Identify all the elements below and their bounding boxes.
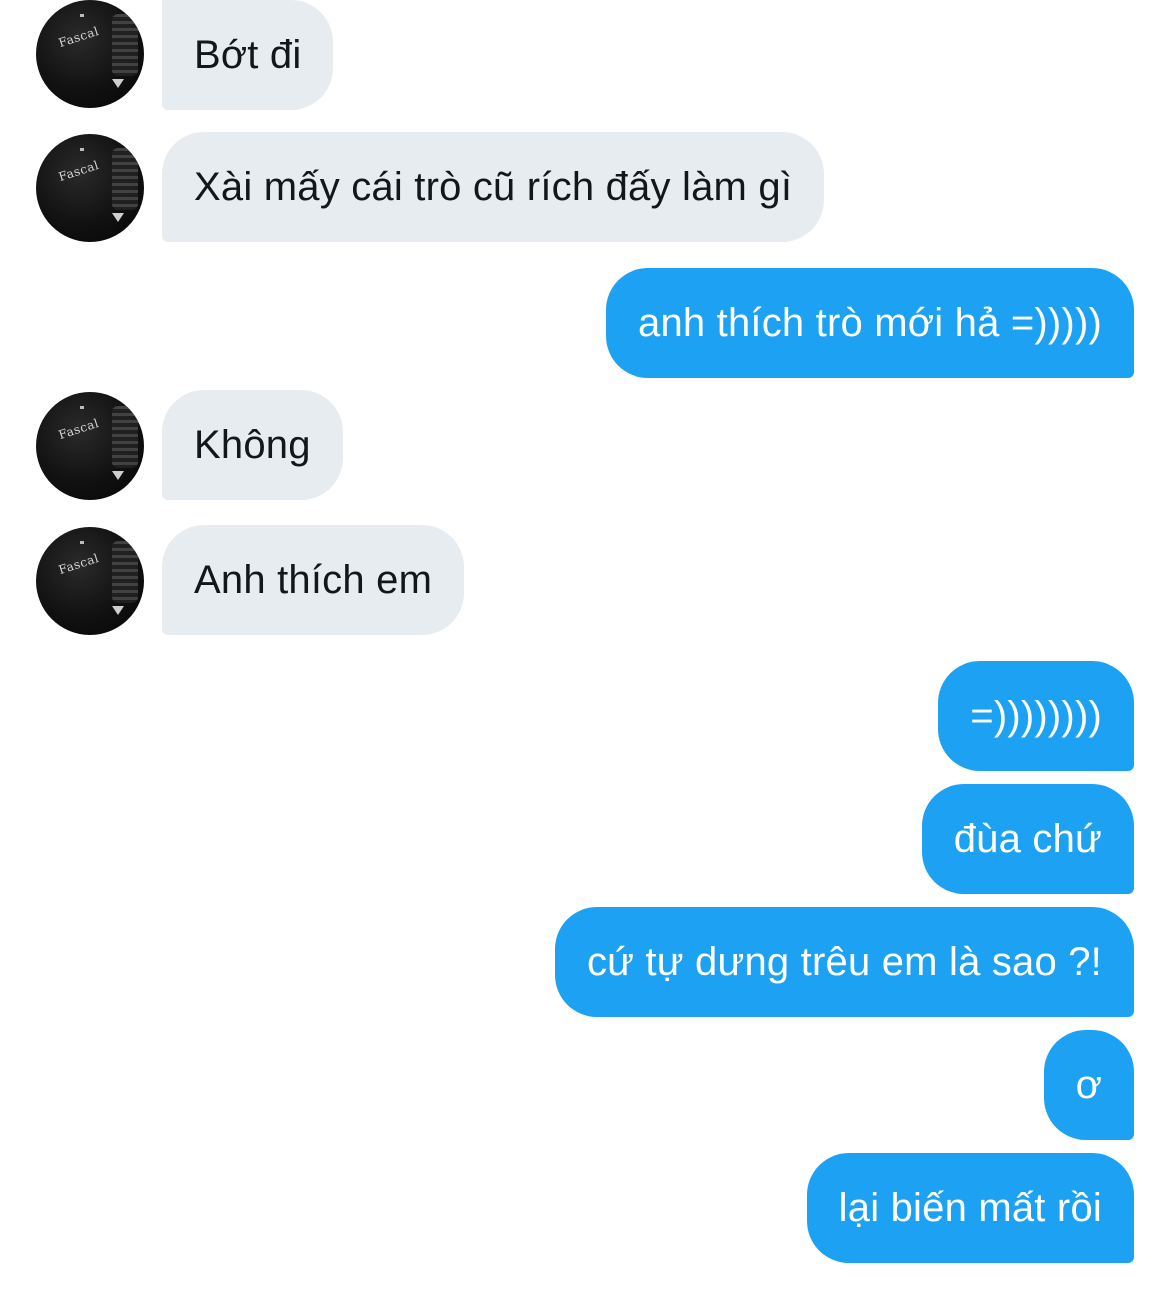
message-bubble-outgoing[interactable]: cứ tự dưng trêu em là sao ?! xyxy=(554,907,1134,1017)
avatar-shirt-text: Fascal xyxy=(56,550,101,578)
message-bubble-outgoing[interactable]: anh thích trò mới hả =))))) xyxy=(606,268,1134,378)
user-avatar-icon[interactable]: Fascal xyxy=(36,392,144,500)
message-text: cứ tự dưng trêu em là sao ?! xyxy=(586,939,1102,984)
message-bubble-outgoing[interactable]: đùa chứ xyxy=(921,784,1134,894)
user-avatar-icon[interactable]: Fascal xyxy=(36,0,144,108)
avatar-chair xyxy=(112,406,138,468)
avatar-logo xyxy=(112,471,124,480)
message-text: =)))))))) xyxy=(970,693,1102,738)
avatar-logo xyxy=(112,213,124,222)
avatar-detail xyxy=(80,14,84,17)
message-text: ơ xyxy=(1075,1062,1102,1107)
message-text: Xài mấy cái trò cũ rích đấy làm gì xyxy=(194,164,793,209)
avatar-shirt-text: Fascal xyxy=(56,157,101,185)
avatar-detail xyxy=(80,541,84,544)
message-bubble-incoming[interactable]: Bớt đi xyxy=(162,0,334,110)
chat-thread: Fascal Bớt đi Fascal Xài mấy cái trò cũ … xyxy=(0,0,1170,1289)
message-text: Bớt đi xyxy=(194,32,302,77)
message-text: lại biến mất rồi xyxy=(838,1185,1102,1230)
avatar-logo xyxy=(112,606,124,615)
message-bubble-outgoing[interactable]: lại biến mất rồi xyxy=(806,1153,1134,1263)
avatar-detail xyxy=(80,148,84,151)
message-bubble-incoming[interactable]: Không xyxy=(162,390,343,500)
avatar-detail xyxy=(80,406,84,409)
message-bubble-incoming[interactable]: Anh thích em xyxy=(162,525,465,635)
avatar-logo xyxy=(112,79,124,88)
user-avatar-icon[interactable]: Fascal xyxy=(36,527,144,635)
avatar-shirt-text: Fascal xyxy=(56,23,101,51)
message-text: đùa chứ xyxy=(953,816,1102,861)
avatar-shirt-text: Fascal xyxy=(56,415,101,443)
message-text: Không xyxy=(194,422,311,467)
avatar-chair xyxy=(112,541,138,603)
user-avatar-icon[interactable]: Fascal xyxy=(36,134,144,242)
avatar-chair xyxy=(112,148,138,210)
message-text: Anh thích em xyxy=(194,557,433,602)
avatar-chair xyxy=(112,14,138,76)
message-text: anh thích trò mới hả =))))) xyxy=(638,300,1102,345)
message-bubble-incoming[interactable]: Xài mấy cái trò cũ rích đấy làm gì xyxy=(162,132,825,242)
message-bubble-outgoing[interactable]: ơ xyxy=(1043,1030,1134,1140)
message-bubble-outgoing[interactable]: =)))))))) xyxy=(938,661,1134,771)
